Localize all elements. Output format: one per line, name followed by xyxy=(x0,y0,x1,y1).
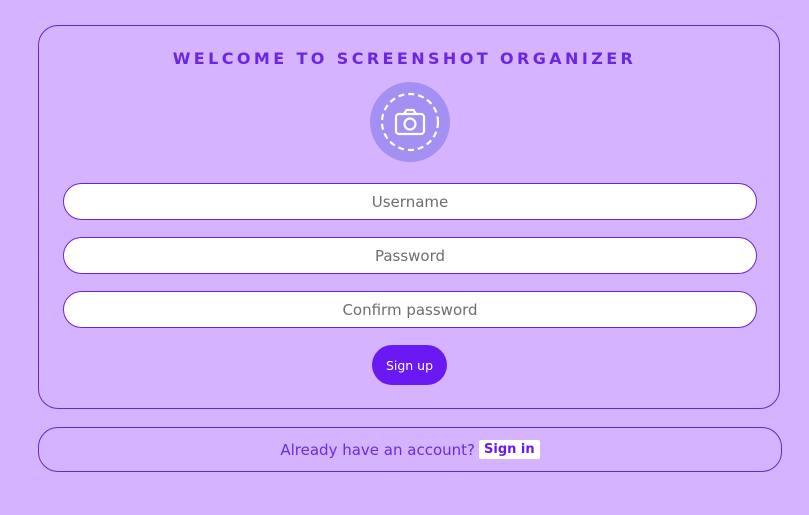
signin-prompt-box: Already have an account? Sign in xyxy=(38,427,782,472)
sign-up-button[interactable]: Sign up xyxy=(372,345,447,385)
confirm-password-field[interactable] xyxy=(63,291,757,328)
password-field[interactable] xyxy=(63,237,757,274)
signin-prompt-text: Already have an account? xyxy=(280,440,475,459)
dashed-camera-icon xyxy=(380,92,440,152)
username-field[interactable] xyxy=(63,183,757,220)
page-title: WELCOME TO SCREENSHOT ORGANIZER xyxy=(172,49,637,68)
app-logo xyxy=(370,82,450,162)
sign-in-link[interactable]: Sign in xyxy=(479,440,540,459)
